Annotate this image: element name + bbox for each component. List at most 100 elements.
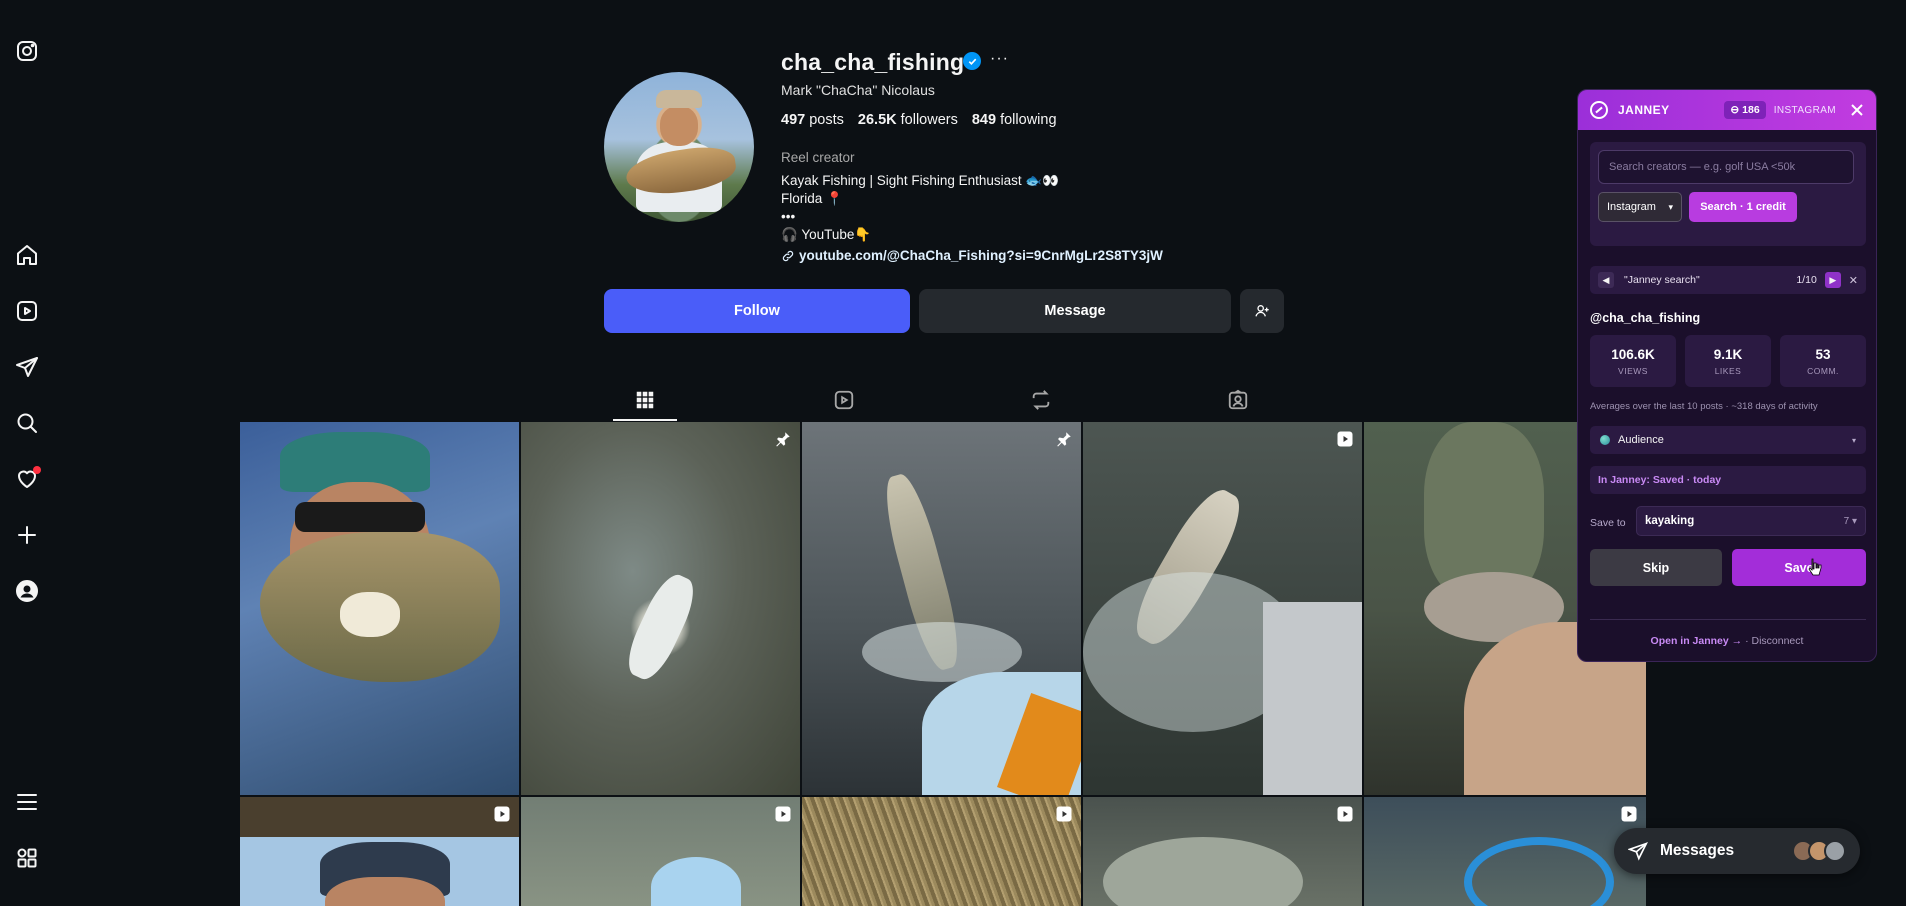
credits-count: 186 [1742, 104, 1760, 116]
bio-line: ••• [781, 209, 796, 224]
messages-avatars [1792, 840, 1846, 862]
left-nav [0, 0, 54, 906]
reel-icon [774, 805, 792, 823]
avatar [1824, 840, 1846, 862]
chevron-down-icon: ▾ [1668, 201, 1673, 212]
janney-audience-dropdown[interactable]: Audience ▾ [1590, 426, 1866, 454]
profile-external-link[interactable]: youtube.com/@ChaCha_Fishing?si=9CnrMgLr2… [781, 248, 1163, 263]
platform-select-value: Instagram [1607, 201, 1656, 213]
reel-icon [1620, 805, 1638, 823]
posts-grid [240, 422, 1646, 906]
pinned-icon [774, 430, 792, 448]
janney-platform-label: INSTAGRAM [1773, 104, 1836, 116]
menu-hamburger-icon[interactable] [14, 789, 40, 815]
profile-full-name: Mark "ChaCha" Nicolaus [781, 82, 935, 98]
disconnect-link[interactable]: Disconnect [1752, 635, 1804, 647]
grid-icon [636, 391, 654, 409]
janney-credits-badge: ⊖ 186 [1724, 101, 1766, 119]
post-tile[interactable] [1083, 797, 1362, 906]
globe-icon [1600, 435, 1610, 445]
add-user-icon [1255, 305, 1269, 317]
next-result-icon[interactable]: ▶ [1824, 272, 1841, 288]
profile-avatar-icon[interactable] [14, 578, 40, 604]
janney-creator-handle: @cha_cha_fishing [1590, 311, 1701, 325]
post-tile[interactable] [240, 422, 519, 795]
stat-comments: 53 COMM. [1780, 335, 1866, 387]
link-icon [782, 250, 794, 261]
messages-label: Messages [1660, 842, 1735, 859]
audience-label: Audience [1618, 434, 1664, 446]
search-icon[interactable] [14, 410, 40, 436]
save-to-label: Save to [1590, 517, 1626, 529]
post-tile[interactable] [802, 422, 1081, 795]
open-in-janney-link[interactable]: Open in Janney → [1651, 635, 1743, 647]
tab-reels[interactable] [812, 380, 876, 420]
janney-title: JANNEY [1618, 103, 1670, 117]
messages-pill[interactable]: Messages [1614, 828, 1860, 874]
post-tile[interactable] [1083, 422, 1362, 795]
janney-search-button[interactable]: Search · 1 credit [1689, 192, 1797, 222]
reel-icon [493, 805, 511, 823]
profile-avatar[interactable] [604, 72, 754, 222]
notifications-heart-icon[interactable] [14, 466, 41, 492]
following-count[interactable]: 849 following [972, 112, 1057, 128]
also-from-meta-icon[interactable] [14, 845, 40, 871]
home-icon[interactable] [14, 242, 40, 268]
post-tile[interactable] [802, 797, 1081, 906]
credits-icon: ⊖ [1730, 104, 1740, 116]
previous-result-icon[interactable]: ◀ [1598, 272, 1614, 288]
tagged-icon [1228, 389, 1248, 410]
bio-line: 🎧 YouTube👇 [781, 227, 872, 242]
posts-count: 497 posts [781, 112, 844, 128]
bio-line: Kayak Fishing | Sight Fishing Enthusiast… [781, 173, 1059, 188]
janney-search-input[interactable] [1598, 150, 1854, 184]
post-tile[interactable] [521, 797, 800, 906]
janney-header: JANNEY ⊖ 186 INSTAGRAM [1578, 90, 1876, 130]
notification-dot [33, 466, 41, 474]
janney-logo-icon [1590, 101, 1608, 119]
more-options-icon[interactable]: ··· [990, 50, 1009, 68]
post-tile[interactable] [521, 422, 800, 795]
pinned-icon [1055, 430, 1073, 448]
janney-result-counter: 1/10 [1796, 274, 1817, 286]
skip-button[interactable]: Skip [1590, 549, 1722, 586]
post-tile[interactable] [1364, 797, 1646, 906]
repost-icon [1032, 390, 1050, 410]
direct-messages-icon[interactable] [14, 354, 40, 380]
janney-search-box: Instagram ▾ Search · 1 credit [1590, 142, 1866, 246]
reels-icon[interactable] [14, 298, 40, 324]
divider [1590, 619, 1866, 620]
chevron-down-icon: ▾ [1851, 435, 1856, 445]
janney-query-label: "Janney search" [1624, 274, 1700, 286]
profile-bio: Kayak Fishing | Sight Fishing Enthusiast… [781, 172, 1059, 244]
direct-messages-icon [1628, 842, 1648, 861]
instagram-logo-icon[interactable] [14, 38, 40, 64]
profile-stats: 497 posts 26.5K followers 849 following [781, 112, 1057, 128]
create-plus-icon[interactable] [14, 522, 40, 548]
tab-tagged[interactable] [1206, 380, 1270, 420]
janney-footer: Open in Janney → · Disconnect [1650, 635, 1804, 647]
save-to-list-value: kayaking [1645, 515, 1695, 527]
reel-icon [1336, 430, 1354, 448]
profile-link-text[interactable]: youtube.com/@ChaCha_Fishing?si=9CnrMgLr2… [799, 248, 1163, 263]
save-to-list-count: 7 ▾ [1843, 515, 1857, 527]
janney-averages-note: Averages over the last 10 posts · ~318 d… [1590, 401, 1818, 412]
message-button[interactable]: Message [919, 289, 1231, 333]
tab-reposts[interactable] [1009, 380, 1073, 420]
bio-line: Florida 📍 [781, 191, 843, 206]
followers-count[interactable]: 26.5K followers [858, 112, 958, 128]
post-tile[interactable] [240, 797, 519, 906]
profile-category: Reel creator [781, 150, 855, 165]
janney-platform-select[interactable]: Instagram ▾ [1598, 192, 1682, 222]
save-button[interactable]: Save [1732, 549, 1866, 586]
janney-extension-panel: JANNEY ⊖ 186 INSTAGRAM Instagram ▾ Searc… [1577, 89, 1877, 662]
verified-badge-icon [963, 52, 981, 70]
save-to-list-select[interactable]: kayaking 7 ▾ [1636, 506, 1866, 536]
follow-button[interactable]: Follow [604, 289, 910, 333]
janney-close-icon[interactable] [1850, 103, 1864, 117]
close-search-icon[interactable]: ✕ [1849, 274, 1858, 287]
profile-username: cha_cha_fishing [781, 49, 965, 75]
suggested-users-button[interactable] [1240, 289, 1284, 333]
stat-views: 106.6K VIEWS [1590, 335, 1676, 387]
tab-posts[interactable] [613, 380, 677, 421]
